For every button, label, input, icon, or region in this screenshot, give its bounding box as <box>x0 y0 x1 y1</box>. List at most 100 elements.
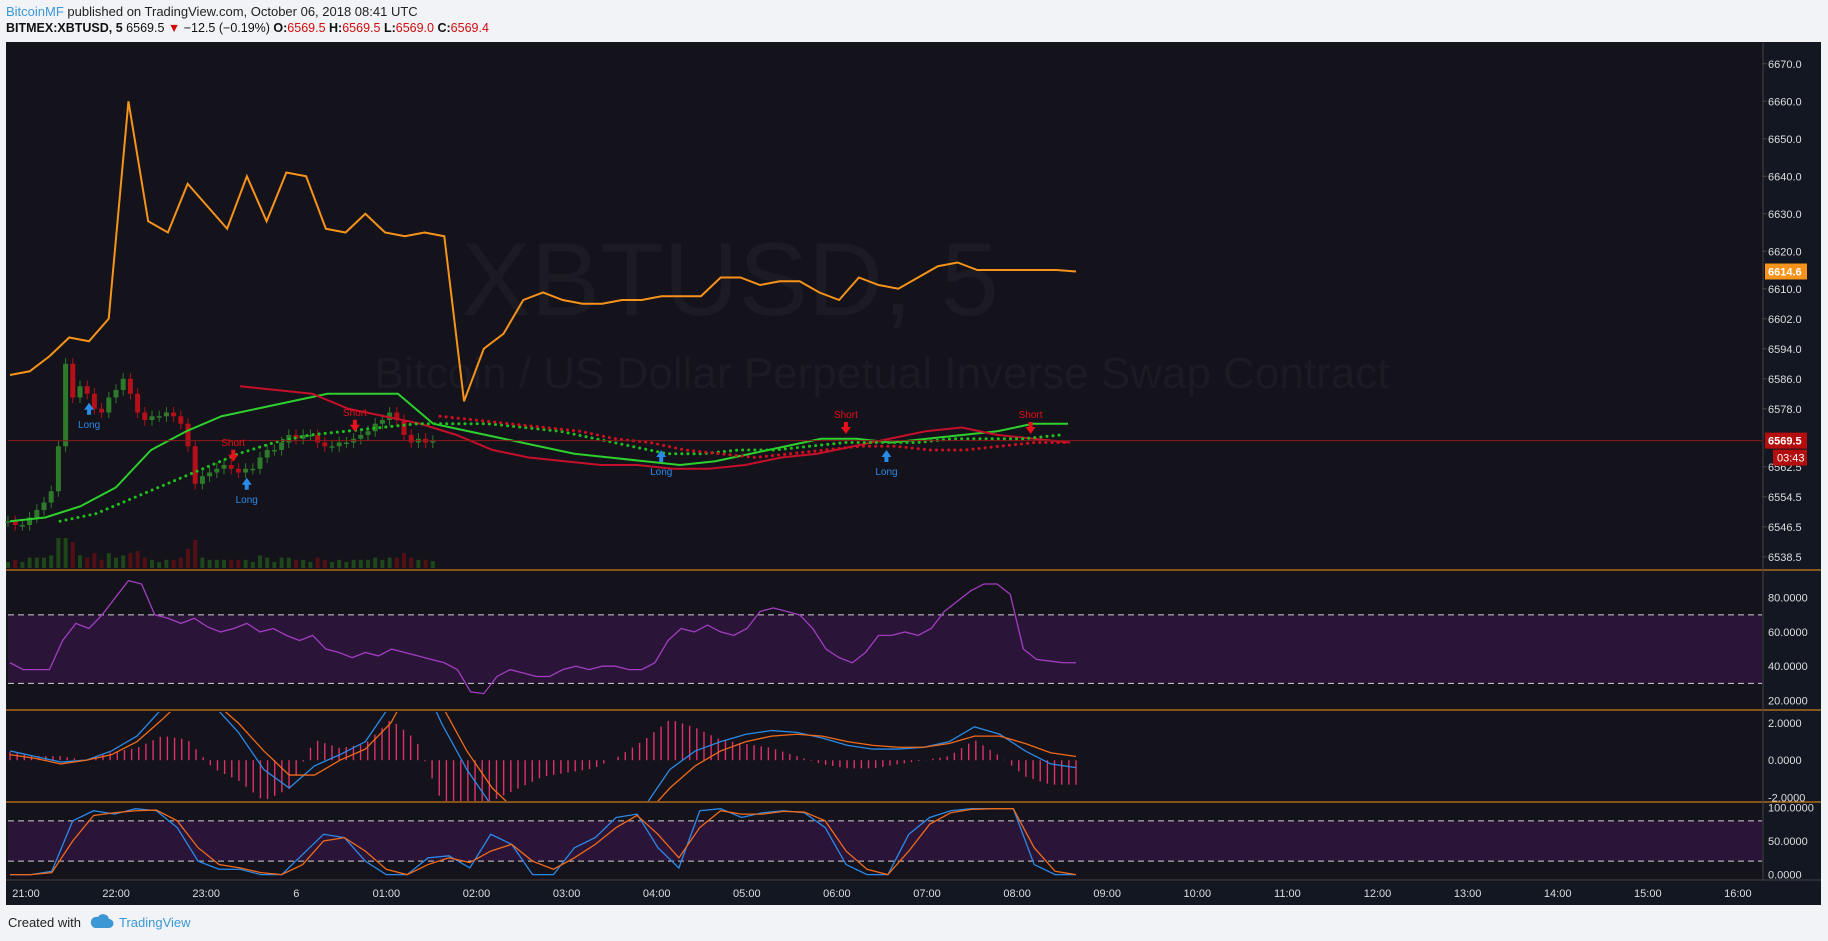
volume-bar <box>394 557 399 568</box>
candle <box>156 416 162 418</box>
volume-bar <box>337 559 342 568</box>
volume-bar <box>186 548 190 568</box>
macd-axis-label: 0.0000 <box>1768 755 1802 767</box>
volume-bar <box>402 553 406 568</box>
volume-bar <box>164 559 169 568</box>
candle <box>171 412 177 417</box>
candle <box>19 525 25 527</box>
price-axis-label: 6586.0 <box>1768 374 1802 386</box>
price-axis-label: 6594.0 <box>1768 344 1802 356</box>
volume-bar <box>330 562 334 568</box>
volume-bar <box>106 553 111 568</box>
candle <box>163 412 169 417</box>
candle <box>365 431 371 435</box>
time-axis-label: 01:00 <box>373 888 401 900</box>
time-axis-label: 23:00 <box>192 888 220 900</box>
volume-bar <box>315 557 320 568</box>
time-axis-label: 08:00 <box>1003 888 1031 900</box>
volume-bar <box>70 542 75 568</box>
volume-bar <box>258 555 262 568</box>
short-signal-label: Short <box>1019 410 1043 421</box>
time-axis-label: 16:00 <box>1724 888 1752 900</box>
rsi-axis-label: 40.0000 <box>1768 661 1808 673</box>
long-signal-label: Long <box>236 495 258 506</box>
price-axis-label: 6602.0 <box>1768 314 1802 326</box>
candle <box>243 468 249 473</box>
volume-bar <box>409 557 414 568</box>
candle <box>315 435 321 443</box>
price-axis-label: 6640.0 <box>1768 171 1802 183</box>
candle <box>142 412 148 420</box>
volume-bar <box>20 562 25 568</box>
price-axis-label: 6578.0 <box>1768 404 1802 416</box>
volume-bar <box>85 557 90 568</box>
volume-bar <box>250 562 255 568</box>
price-axis-label: 6630.0 <box>1768 209 1802 221</box>
volume-bar <box>13 559 18 568</box>
volume-bar <box>171 559 176 568</box>
candle <box>322 442 328 447</box>
price-axis-label: 6610.0 <box>1768 284 1802 296</box>
candle <box>279 442 285 450</box>
candle <box>84 386 90 394</box>
volume-bar <box>279 557 284 568</box>
volume-bar <box>99 559 104 568</box>
time-axis-label: 05:00 <box>733 888 761 900</box>
volume-bar <box>366 559 370 568</box>
chart-area[interactable]: XBTUSD, 5 Bitcoin / US Dollar Perpetual … <box>0 0 1828 906</box>
candle <box>5 521 11 523</box>
volume-bar <box>150 559 154 568</box>
volume-bar <box>6 562 10 568</box>
time-axis-label: 10:00 <box>1184 888 1212 900</box>
volume-bar <box>34 557 39 568</box>
macd-axis-label: 2.0000 <box>1768 718 1802 730</box>
candle <box>264 450 270 458</box>
candle <box>63 363 69 447</box>
candle <box>343 442 349 444</box>
volume-bar <box>200 557 205 568</box>
short-signal-label: Short <box>343 408 367 419</box>
candle <box>214 468 220 473</box>
candle <box>358 435 364 439</box>
volume-bar <box>308 562 313 568</box>
long-signal-label: Long <box>650 467 672 478</box>
candle <box>250 468 256 471</box>
volume-bar <box>78 555 82 568</box>
candle <box>235 468 241 473</box>
candle <box>41 502 47 510</box>
price-axis-label: 6546.5 <box>1768 522 1802 534</box>
volume-bar <box>214 559 219 568</box>
candle <box>221 465 227 469</box>
candle <box>91 393 97 409</box>
time-axis-label: 15:00 <box>1634 888 1662 900</box>
candle <box>257 457 263 469</box>
price-axis-label: 6670.0 <box>1768 59 1802 71</box>
long-signal-label: Long <box>875 467 897 478</box>
rsi-axis-label: 80.0000 <box>1768 593 1808 605</box>
time-axis-label: 04:00 <box>643 888 671 900</box>
tradingview-brand-link[interactable]: TradingView <box>119 915 191 930</box>
price-axis-label: 6660.0 <box>1768 96 1802 108</box>
volume-bar <box>358 559 363 568</box>
footer: Created with TradingView <box>0 906 1828 941</box>
volume-bar <box>27 557 32 568</box>
candle <box>379 420 385 424</box>
time-axis-label: 6 <box>293 888 299 900</box>
volume-bar <box>229 559 234 568</box>
volume-bar <box>380 559 385 568</box>
plot-background <box>7 43 1763 882</box>
candle <box>106 397 112 413</box>
volume-bar <box>142 557 147 568</box>
time-axis-label: 09:00 <box>1093 888 1121 900</box>
volume-bar <box>373 557 378 568</box>
short-signal-label: Short <box>221 438 245 449</box>
watermark-description: Bitcoin / US Dollar Perpetual Inverse Sw… <box>375 349 1390 398</box>
candle <box>70 363 76 398</box>
time-axis-label: 06:00 <box>823 888 851 900</box>
volume-bar <box>56 538 61 568</box>
volume-bar <box>344 562 349 568</box>
volume-bar <box>207 559 212 568</box>
last-price-tag-label: 6569.5 <box>1768 436 1802 448</box>
candle <box>192 446 198 484</box>
time-axis-label: 21:00 <box>12 888 40 900</box>
